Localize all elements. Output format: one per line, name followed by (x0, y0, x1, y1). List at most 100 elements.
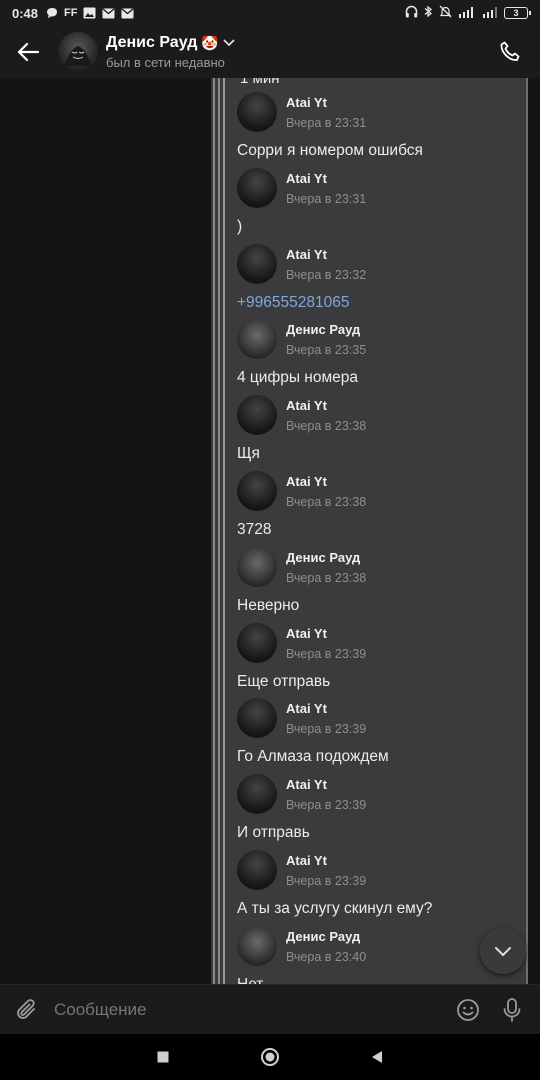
message-time: Вчера в 23:39 (286, 798, 367, 813)
list-item[interactable]: Atai Yt Вчера в 23:31) (237, 167, 517, 236)
microphone-icon (503, 997, 521, 1022)
scroll-down-button[interactable] (480, 928, 526, 974)
attach-button[interactable] (0, 985, 54, 1035)
message-time: Вчера в 23:31 (286, 191, 367, 206)
message-text: Сорри я номером ошибся (237, 142, 423, 159)
signal-icon (482, 6, 498, 21)
status-time: 0:48 (12, 5, 39, 21)
avatar[interactable] (237, 167, 277, 208)
list-item[interactable]: Atai Yt Вчера в 23:32 +996555281065 (237, 243, 517, 312)
message-text: А ты за услугу скинул ему? (237, 900, 433, 917)
home-button[interactable] (250, 1037, 290, 1077)
avatar[interactable] (237, 319, 277, 360)
back-nav-button[interactable] (357, 1037, 397, 1077)
system-nav-bar (0, 1034, 540, 1080)
message-author: Денис Рауд (286, 549, 361, 565)
list-item[interactable]: Atai Yt Вчера в 23:31 Сорри я номером ошиб… (237, 92, 517, 160)
chat-area[interactable]: 1 мин Atai Yt Вчера в 23:31 Сорри я номеро… (0, 78, 540, 984)
list-item[interactable]: Денис Рауд Вчера в 23:38 Неверно (237, 546, 517, 615)
mail-icon (121, 7, 134, 19)
call-button[interactable] (484, 26, 536, 78)
list-item[interactable]: Atai Yt Вчера в 23:39 И отправь (237, 774, 517, 842)
message-author: Atai Yt (286, 625, 327, 641)
message-author: Денис Рауд (286, 928, 361, 944)
message-author: Atai Yt (286, 701, 327, 717)
list-item[interactable]: Atai Yt Вчера в 23:38 3728 (237, 471, 517, 539)
phone-icon (500, 41, 520, 61)
avatar[interactable] (237, 850, 277, 890)
ff-icon: FF (64, 7, 78, 19)
message-text: Еще отправь (237, 672, 331, 690)
signal-4g-icon (458, 6, 476, 21)
message-time: Вчера в 23:38 (286, 419, 367, 434)
square-icon (157, 1051, 169, 1063)
message-input[interactable] (54, 984, 446, 1035)
message-time: Вчера в 23:38 (286, 495, 367, 509)
message-text: 4 цифры номера (237, 369, 358, 387)
voice-button[interactable] (490, 985, 534, 1035)
message-author: Atai Yt (286, 170, 327, 186)
message-time: Вчера в 23:32 (286, 267, 367, 282)
headphones-icon (405, 5, 418, 21)
avatar[interactable] (237, 622, 277, 663)
list-item[interactable]: Atai Yt Вчера в 23:39 А ты за услугу скину… (237, 850, 517, 918)
mute-icon (439, 5, 452, 21)
message-author: Atai Yt (286, 474, 327, 489)
list-item[interactable]: Денис Рауд Вчера в 23:40 Нет (237, 925, 517, 984)
battery-indicator: 3 (504, 7, 531, 19)
chevron-down-icon (223, 39, 235, 47)
triangle-back-icon (371, 1051, 382, 1063)
image-icon (83, 7, 96, 19)
page-title: Денис Рауд 🤡 (106, 34, 235, 52)
avatar[interactable] (237, 471, 277, 511)
message-text: И отправь (237, 824, 310, 842)
mail-icon (102, 7, 115, 19)
avatar[interactable] (237, 925, 277, 966)
list-item[interactable]: Денис Рауд Вчера в 23:35 4 цифры номера (237, 319, 517, 387)
message-author: Atai Yt (286, 398, 327, 414)
message-text: Нет (237, 976, 517, 984)
avatar[interactable] (237, 774, 277, 815)
message-time: Вчера в 23:31 (286, 116, 367, 130)
message-author: Atai Yt (286, 853, 327, 868)
clown-emoji: 🤡 (201, 34, 219, 51)
message-author: Atai Yt (286, 95, 327, 110)
message-time: Вчера в 23:40 (286, 949, 367, 964)
avatar[interactable] (237, 395, 277, 436)
avatar[interactable] (237, 92, 277, 132)
chevron-down-icon (495, 946, 511, 956)
message-time: Вчера в 23:39 (286, 722, 367, 737)
list-item[interactable]: Atai Yt Вчера в 23:38 Щя (237, 395, 517, 463)
avatar[interactable] (237, 698, 277, 739)
message-time: Вчера в 23:35 (286, 343, 367, 358)
list-item[interactable]: Atai Yt Вчера в 23:39 Го Алмаза подождем (237, 698, 517, 766)
forward-box-border (526, 78, 528, 984)
message-text: Щя (237, 445, 260, 463)
avatar[interactable] (237, 546, 277, 587)
online-status: был в сети недавно (106, 55, 225, 70)
message-author: Atai Yt (286, 246, 327, 262)
emoji-button[interactable] (446, 985, 490, 1035)
avatar[interactable] (237, 243, 277, 284)
message-author: Денис Рауд (286, 322, 361, 338)
message-text: 1 мин (240, 78, 280, 87)
back-button[interactable] (2, 26, 54, 78)
avatar[interactable] (58, 32, 98, 72)
message-text: ) (237, 217, 243, 235)
bluetooth-icon (424, 5, 433, 21)
chat-bubble-icon (46, 7, 58, 19)
chat-header: Денис Рауд 🤡 был в сети недавно (0, 26, 540, 78)
message-text: 3728 (237, 521, 272, 538)
message-time: Вчера в 23:39 (286, 646, 367, 661)
paperclip-icon (17, 998, 35, 1019)
recent-apps-button[interactable] (143, 1037, 183, 1077)
arrow-left-icon (17, 42, 39, 62)
chat-title-block[interactable]: Денис Рауд 🤡 был в сети недавно (106, 34, 235, 70)
forward-depth-bars (211, 78, 225, 984)
message-time: Вчера в 23:39 (286, 874, 367, 888)
phone-link[interactable]: +996555281065 (237, 294, 517, 312)
message-text: Неверно (237, 596, 300, 614)
home-circle-icon (260, 1048, 279, 1066)
list-item[interactable]: Atai Yt Вчера в 23:39 Еще отправь (237, 622, 517, 691)
message-time: Вчера в 23:38 (286, 570, 367, 585)
